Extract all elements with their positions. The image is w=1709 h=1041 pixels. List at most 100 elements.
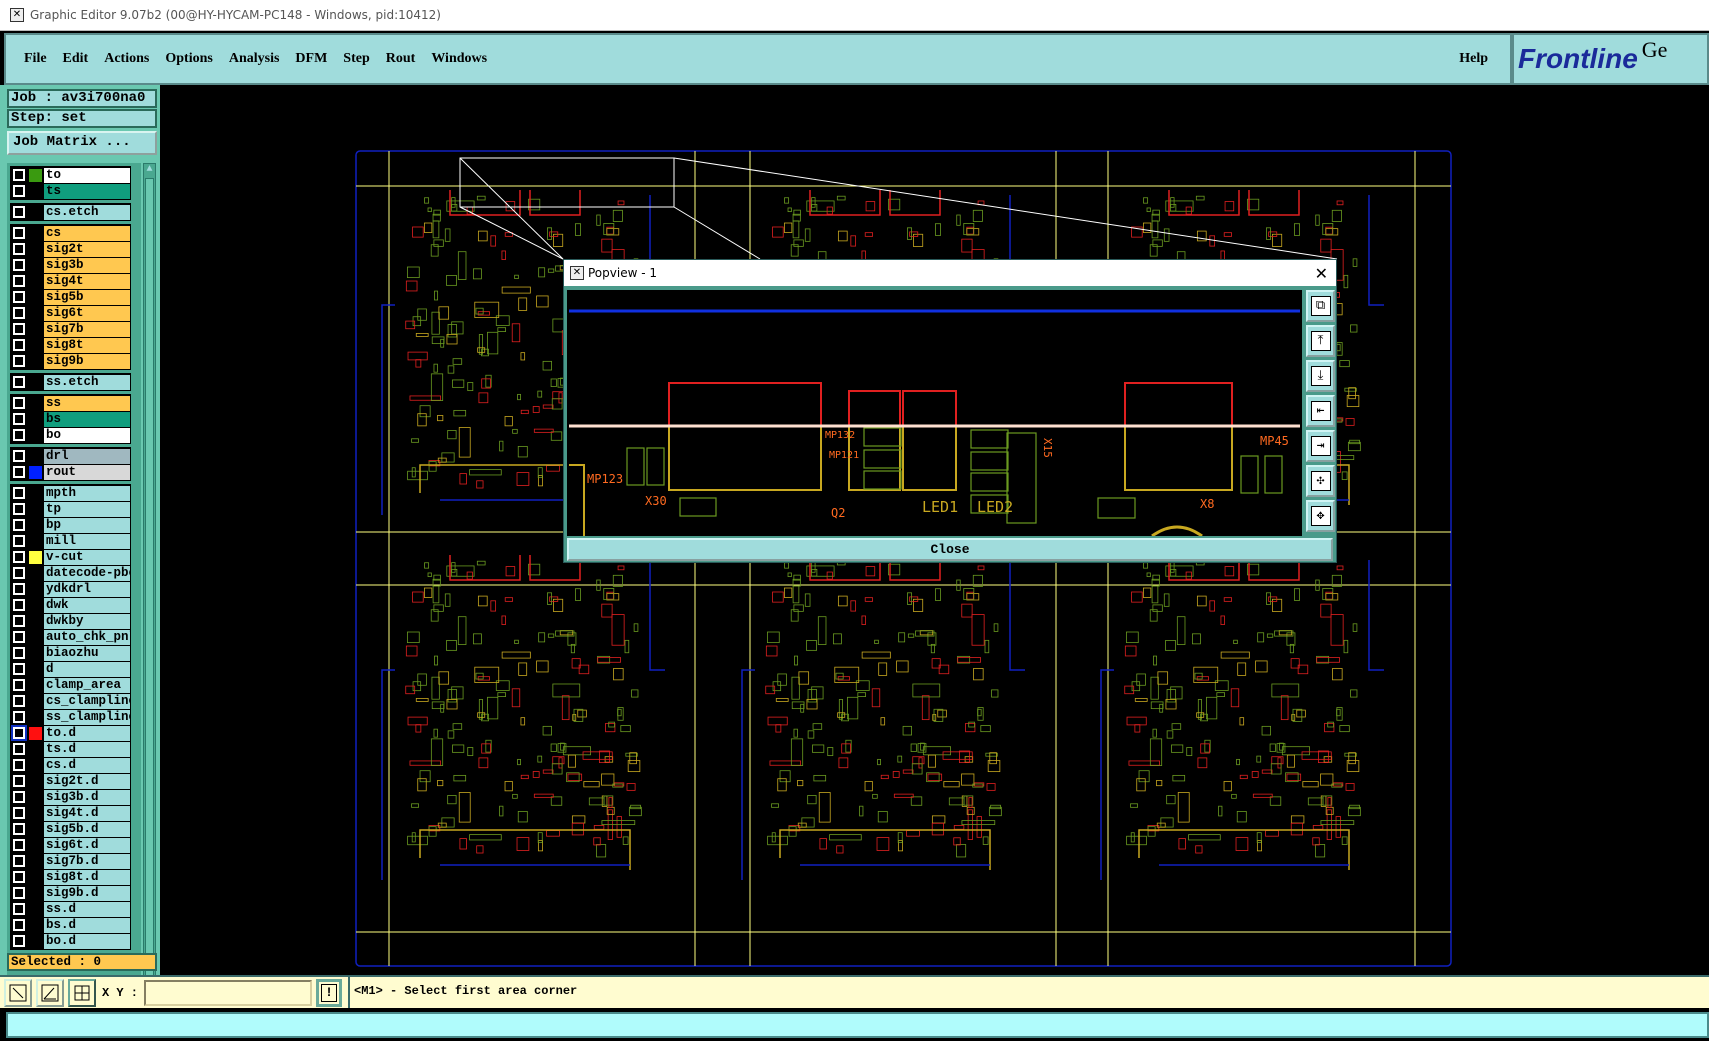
layer-checkbox[interactable] — [13, 227, 25, 239]
layer-row-sig5b.d[interactable]: sig5b.d — [10, 821, 131, 837]
layer-row-ss.etch[interactable]: ss.etch — [10, 374, 131, 390]
layer-row-cs.d[interactable]: cs.d — [10, 757, 131, 773]
layer-row-bs[interactable]: bs — [10, 411, 131, 427]
layer-checkbox[interactable] — [13, 695, 25, 707]
layer-list-scrollbar[interactable]: ▲ — [143, 163, 156, 1031]
layer-row-bs.d[interactable]: bs.d — [10, 917, 131, 933]
layer-row-d[interactable]: d — [10, 661, 131, 677]
layer-row-drl[interactable]: drl — [10, 448, 131, 464]
popview-pan-down-button[interactable]: ⤓ — [1306, 360, 1335, 392]
layer-row-biaozhu[interactable]: biaozhu — [10, 645, 131, 661]
popview-titlebar[interactable]: ✕ Popview - 1 ✕ — [564, 260, 1336, 286]
layer-row-sig4t[interactable]: sig4t — [10, 273, 131, 289]
layer-row-sig4t.d[interactable]: sig4t.d — [10, 805, 131, 821]
layer-row-to.d[interactable]: to.d — [10, 725, 131, 741]
layer-checkbox[interactable] — [13, 855, 25, 867]
layer-row-cs.etch[interactable]: cs.etch — [10, 204, 131, 220]
layer-row-ss_clampline[interactable]: ss_clampline — [10, 709, 131, 725]
layer-row-sig9b.d[interactable]: sig9b.d — [10, 885, 131, 901]
popview-pan-left-button[interactable]: ⇤ — [1306, 395, 1335, 427]
layer-checkbox[interactable] — [13, 551, 25, 563]
layer-checkbox[interactable] — [13, 759, 25, 771]
menu-analysis[interactable]: Analysis — [221, 51, 288, 67]
scroll-up-icon[interactable]: ▲ — [144, 164, 155, 176]
layer-checkbox[interactable] — [13, 711, 25, 723]
popview-close-icon[interactable]: ✕ — [1315, 264, 1328, 283]
layer-checkbox[interactable] — [13, 466, 25, 478]
layer-checkbox[interactable] — [13, 615, 25, 627]
menu-options[interactable]: Options — [157, 51, 220, 67]
layer-row-ss[interactable]: ss — [10, 395, 131, 411]
warning-button[interactable]: ! — [316, 978, 343, 1007]
layer-row-clamp_area[interactable]: clamp_area — [10, 677, 131, 693]
popview-zoom-out-button[interactable]: ✥ — [1306, 500, 1335, 532]
layer-checkbox[interactable] — [13, 887, 25, 899]
layer-checkbox[interactable] — [13, 775, 25, 787]
layer-checkbox[interactable] — [13, 663, 25, 675]
layer-checkbox[interactable] — [13, 355, 25, 367]
layer-checkbox[interactable] — [13, 647, 25, 659]
layer-checkbox[interactable] — [13, 807, 25, 819]
popview-pan-up-button[interactable]: ⤒ — [1306, 325, 1335, 357]
angle-tool-button[interactable] — [36, 978, 64, 1007]
layer-row-datecode-pbc[interactable]: datecode-pbc — [10, 565, 131, 581]
layer-row-ydkdrl[interactable]: ydkdrl — [10, 581, 131, 597]
layer-checkbox[interactable] — [13, 339, 25, 351]
scroll-thumb[interactable] — [145, 178, 154, 1016]
layer-row-dwkby[interactable]: dwkby — [10, 613, 131, 629]
layer-row-to[interactable]: to — [10, 167, 131, 183]
layer-row-sig3b[interactable]: sig3b — [10, 257, 131, 273]
layer-checkbox[interactable] — [13, 871, 25, 883]
menu-step[interactable]: Step — [335, 51, 377, 67]
layer-checkbox[interactable] — [13, 450, 25, 462]
popview-pan-right-button[interactable]: ⇥ — [1306, 430, 1335, 462]
layer-row-mill[interactable]: mill — [10, 533, 131, 549]
layer-row-bp[interactable]: bp — [10, 517, 131, 533]
layer-row-ts.d[interactable]: ts.d — [10, 741, 131, 757]
layer-checkbox[interactable] — [13, 243, 25, 255]
layer-row-bo.d[interactable]: bo.d — [10, 933, 131, 949]
command-input[interactable] — [6, 1012, 1709, 1038]
menu-rout[interactable]: Rout — [378, 51, 424, 67]
grid-tool-button[interactable] — [68, 978, 96, 1007]
layer-row-bo[interactable]: bo — [10, 427, 131, 443]
menu-file[interactable]: File — [16, 51, 55, 67]
layer-row-sig7b.d[interactable]: sig7b.d — [10, 853, 131, 869]
menu-dfm[interactable]: DFM — [287, 51, 335, 67]
layer-checkbox[interactable] — [13, 206, 25, 218]
layer-checkbox[interactable] — [13, 185, 25, 197]
layer-checkbox[interactable] — [13, 397, 25, 409]
layer-row-cs[interactable]: cs — [10, 225, 131, 241]
layer-row-ts[interactable]: ts — [10, 183, 131, 199]
job-matrix-button[interactable]: Job Matrix ... — [7, 131, 157, 155]
layer-row-auto_chk_pnl[interactable]: auto_chk_pnl — [10, 629, 131, 645]
xy-input[interactable] — [144, 979, 313, 1006]
layer-row-sig7b[interactable]: sig7b — [10, 321, 131, 337]
layer-checkbox[interactable] — [13, 291, 25, 303]
popview-canvas[interactable]: MP123 MP132 MP121 X30 Q2 X15 MP45 X8 LED… — [567, 290, 1302, 536]
layer-row-sig8t[interactable]: sig8t — [10, 337, 131, 353]
layer-checkbox[interactable] — [13, 631, 25, 643]
popview-zoom-in-button[interactable]: ✣ — [1306, 465, 1335, 497]
layer-checkbox[interactable] — [13, 743, 25, 755]
layer-checkbox[interactable] — [13, 935, 25, 947]
layer-row-v-cut[interactable]: v-cut — [10, 549, 131, 565]
layer-checkbox[interactable] — [13, 487, 25, 499]
layer-checkbox[interactable] — [13, 823, 25, 835]
menu-windows[interactable]: Windows — [423, 51, 495, 67]
layer-row-dwk[interactable]: dwk — [10, 597, 131, 613]
layer-row-sig3b.d[interactable]: sig3b.d — [10, 789, 131, 805]
popview-close-button[interactable]: Close — [567, 538, 1333, 561]
layer-row-sig9b[interactable]: sig9b — [10, 353, 131, 369]
layer-row-ss.d[interactable]: ss.d — [10, 901, 131, 917]
menu-actions[interactable]: Actions — [96, 51, 157, 67]
measure-tool-button[interactable] — [4, 978, 32, 1007]
layer-checkbox[interactable] — [13, 679, 25, 691]
layer-row-cs_clampline[interactable]: cs_clampline — [10, 693, 131, 709]
layer-checkbox[interactable] — [13, 583, 25, 595]
popview-fit-button[interactable]: ⧉ — [1306, 290, 1335, 322]
layer-checkbox[interactable] — [13, 919, 25, 931]
layer-checkbox[interactable] — [13, 599, 25, 611]
layer-row-sig2t.d[interactable]: sig2t.d — [10, 773, 131, 789]
layer-checkbox[interactable] — [11, 725, 27, 741]
